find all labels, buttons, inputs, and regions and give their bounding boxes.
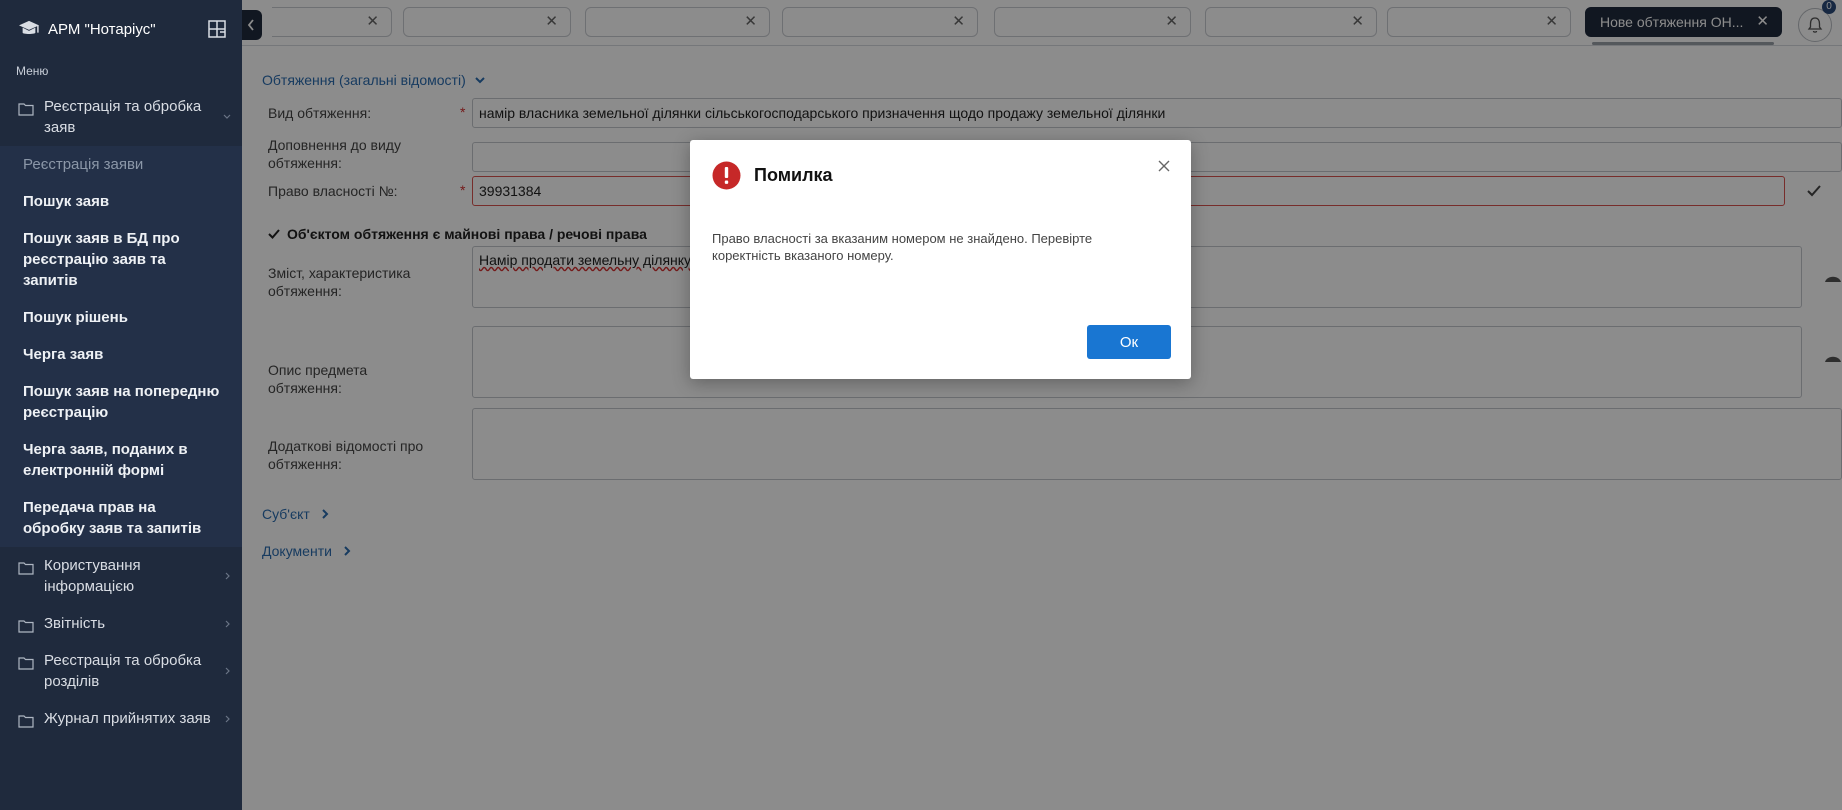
sidebar-group-journal[interactable]: Журнал прийнятих заяв xyxy=(0,700,242,737)
folder-icon xyxy=(18,562,34,575)
modal-backdrop[interactable] xyxy=(242,0,1842,810)
sidebar-group-label: Журнал прийнятих заяв xyxy=(44,710,211,727)
error-dialog: Помилка Право власності за вказаним номе… xyxy=(690,140,1191,379)
sidebar-group-label: Користування інформацією xyxy=(44,557,141,595)
layout-grid-icon[interactable] xyxy=(208,20,226,38)
sidebar-item-search-preliminary[interactable]: Пошук заяв на попередню реєстрацію xyxy=(0,373,242,431)
app-title: АРМ "Нотаріус" xyxy=(48,20,156,38)
sidebar: АРМ "Нотаріус" Меню Реєстрація та обробк… xyxy=(0,0,242,810)
ok-button[interactable]: Ок xyxy=(1087,325,1171,359)
folder-icon xyxy=(18,715,34,728)
sidebar-item-search-decisions[interactable]: Пошук рішень xyxy=(0,299,242,336)
sidebar-item-electronic-queue[interactable]: Черга заяв, поданих в електронній формі xyxy=(0,431,242,489)
dialog-message: Право власності за вказаним номером не з… xyxy=(712,231,1093,263)
sidebar-group-sections[interactable]: Реєстрація та обробка розділів xyxy=(0,642,242,700)
error-icon xyxy=(712,161,741,190)
folder-icon xyxy=(18,620,34,633)
folder-icon xyxy=(18,103,34,116)
sidebar-item-search-db[interactable]: Пошук заяв в БД про реєстрацію заяв та з… xyxy=(0,220,242,299)
sidebar-item-rights-transfer[interactable]: Передача прав на обробку заяв та запитів xyxy=(0,489,242,547)
sidebar-group-label: Звітність xyxy=(44,615,106,632)
chevron-right-icon xyxy=(225,667,230,675)
sidebar-group-registration[interactable]: Реєстрація та обробка заяв xyxy=(0,88,242,146)
sidebar-item-register-application[interactable]: Реєстрація заяви xyxy=(0,146,242,183)
close-icon[interactable] xyxy=(1157,159,1171,173)
sidebar-item-search-applications[interactable]: Пошук заяв xyxy=(0,183,242,220)
dialog-title: Помилка xyxy=(754,165,833,185)
graduation-cap-icon xyxy=(19,20,39,34)
sidebar-group-label: Реєстрація та обробка заяв xyxy=(44,98,202,136)
sidebar-group-label: Реєстрація та обробка розділів xyxy=(44,652,202,690)
sidebar-header: АРМ "Нотаріус" xyxy=(0,0,242,58)
chevron-right-icon xyxy=(225,572,230,580)
sidebar-group-info-usage[interactable]: Користування інформацією xyxy=(0,547,242,605)
sidebar-group-reports[interactable]: Звітність xyxy=(0,605,242,642)
menu-label: Меню xyxy=(16,64,49,78)
chevron-right-icon xyxy=(225,620,230,627)
sidebar-item-queue[interactable]: Черга заяв xyxy=(0,336,242,373)
sidebar-submenu: Реєстрація заяви Пошук заяв Пошук заяв в… xyxy=(0,146,242,547)
chevron-right-icon xyxy=(225,715,230,722)
chevron-down-icon xyxy=(223,114,231,119)
folder-icon xyxy=(18,657,34,670)
